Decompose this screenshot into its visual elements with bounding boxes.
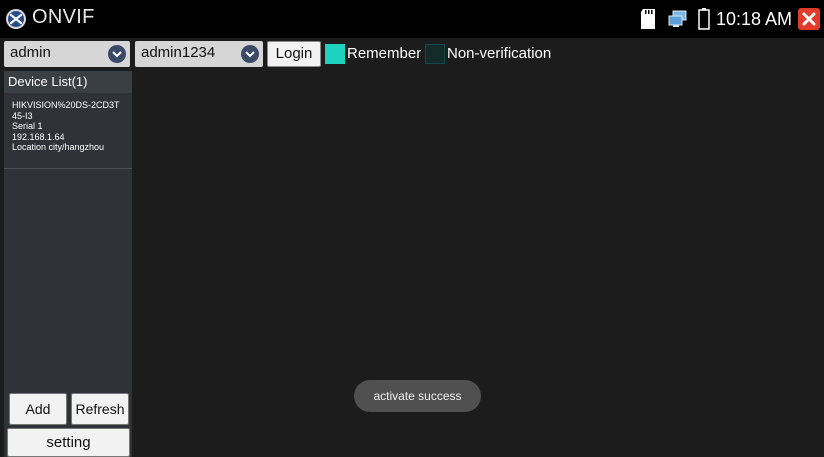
add-button[interactable]: Add (9, 393, 67, 425)
toast-message: activate success (354, 380, 481, 412)
setting-button[interactable]: setting (7, 428, 130, 457)
login-button[interactable]: Login (267, 41, 321, 67)
remember-checkbox[interactable] (325, 44, 345, 64)
login-toolbar: admin admin1234 Login Remember Non-verif… (0, 38, 824, 71)
chevron-down-icon[interactable] (241, 45, 259, 63)
battery-icon (698, 8, 710, 30)
close-button[interactable] (798, 8, 820, 30)
title-bar: ONVIF 10:18 AM (0, 0, 824, 38)
app-title: ONVIF (32, 6, 95, 28)
close-icon (802, 12, 816, 26)
device-serial: Serial 1 (12, 121, 43, 131)
chevron-down-icon[interactable] (108, 45, 126, 63)
onvif-logo-icon (6, 9, 26, 29)
refresh-button[interactable]: Refresh (71, 393, 129, 425)
device-name-line1: HIKVISION%20DS-2CD3T (12, 100, 120, 110)
username-select[interactable]: admin (4, 41, 130, 67)
device-name-line2: 45-I3 (12, 110, 33, 121)
nonverification-label: Non-verification (447, 45, 552, 62)
username-value: admin (10, 44, 51, 61)
status-area: 10:18 AM (640, 0, 824, 38)
device-list-panel: Device List(1) HIKVISION%20DS-2CD3T 45-I… (4, 71, 132, 457)
device-ip: 192.168.1.64 (12, 131, 65, 142)
nonverification-checkbox[interactable] (425, 44, 445, 64)
sd-card-icon (640, 9, 655, 29)
password-select[interactable]: admin1234 (135, 41, 263, 67)
device-location: Location city/hangzhou (12, 142, 105, 152)
clock: 10:18 AM (715, 8, 792, 29)
device-list-item[interactable]: HIKVISION%20DS-2CD3T 45-I3 Serial 1 192.… (4, 97, 132, 169)
network-icon (668, 10, 687, 27)
password-value: admin1234 (141, 44, 216, 61)
device-list-title: Device List(1) (4, 71, 132, 93)
remember-label: Remember (347, 45, 422, 62)
